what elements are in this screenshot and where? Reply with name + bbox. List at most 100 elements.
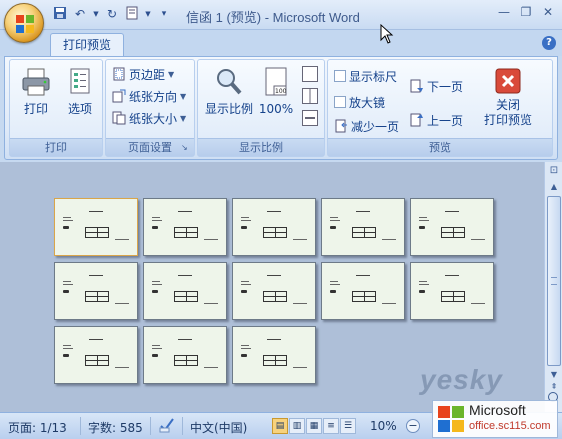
previous-page-label: 上一页 — [427, 113, 464, 128]
zoom-out-icon[interactable]: − — [406, 419, 420, 433]
size-button[interactable]: 纸张大小 ▼ — [112, 108, 186, 128]
orientation-label: 纸张方向 — [129, 89, 178, 104]
margins-dropdown-icon: ▼ — [168, 69, 175, 79]
vertical-scrollbar[interactable]: ⊡ ▲ ▼ ⇞ — [544, 162, 562, 412]
page-width-icon[interactable] — [302, 110, 318, 126]
page-content-mark — [330, 217, 338, 218]
page-content-mark — [419, 226, 425, 229]
page-thumbnail[interactable] — [143, 198, 227, 256]
scroll-thumb[interactable] — [547, 196, 561, 366]
page-content-mark — [382, 239, 396, 240]
page-content-mark — [63, 281, 71, 282]
options-button[interactable]: 选项 — [58, 66, 102, 122]
title-bar: ↶ ▼ ↻ ▼ ▾ 信函 1 (预览) - Microsoft Word — ❐… — [0, 0, 562, 43]
shrink-one-page-button[interactable]: 减少一页 — [334, 116, 399, 136]
page-thumbnail[interactable] — [54, 198, 138, 256]
close-preview-label-line2: 打印预览 — [483, 113, 532, 127]
word-count-status[interactable]: 字数: 585 — [88, 419, 143, 436]
page-100-icon: 100 — [265, 67, 287, 96]
microsoft-watermark-text: Microsoft — [469, 402, 526, 418]
close-preview-icon — [495, 68, 521, 94]
page-content-mark — [152, 226, 158, 229]
page-content-mark — [152, 348, 162, 349]
page-content-mark — [330, 284, 340, 285]
page-thumbnail[interactable] — [232, 326, 316, 384]
previous-page-scroll-icon[interactable]: ⇞ — [547, 382, 561, 392]
full-screen-reading-view-icon[interactable]: ▥ — [289, 418, 305, 434]
page-content-mark — [115, 303, 129, 304]
print-button[interactable]: 打印 — [14, 66, 58, 122]
page-count-status[interactable]: 页面: 1/13 — [8, 419, 67, 436]
page-thumbnail[interactable] — [143, 262, 227, 320]
page-thumbnail[interactable] — [232, 198, 316, 256]
page-setup-group: 页边距 ▼ 纸张方向 ▼ 纸张大小 ▼ 页面设置 ↘ — [105, 59, 195, 157]
ruler-toggle-icon[interactable]: ⊡ — [547, 164, 561, 178]
page-content-mark — [178, 275, 192, 276]
one-page-icon[interactable] — [302, 66, 318, 82]
redo-icon[interactable]: ↻ — [104, 6, 120, 22]
page-thumbnail[interactable] — [410, 198, 494, 256]
web-layout-view-icon[interactable]: ▦ — [306, 418, 322, 434]
page-content-mark — [63, 226, 69, 229]
draft-view-icon[interactable]: ☰ — [340, 418, 356, 434]
next-page-button[interactable]: 下一页 — [410, 76, 463, 96]
help-icon[interactable]: ? — [542, 36, 556, 50]
zoom-level[interactable]: 10% — [370, 419, 397, 433]
page-content-mark — [178, 339, 192, 340]
page-thumbnail[interactable] — [321, 198, 405, 256]
magnifier-check-icon[interactable] — [334, 96, 346, 108]
proofing-icon[interactable] — [158, 416, 176, 437]
page-content-mark — [330, 226, 336, 229]
page-content-mark — [63, 354, 69, 357]
print-group: 打印 选项 打印 — [9, 59, 103, 157]
margins-button[interactable]: 页边距 ▼ — [112, 64, 174, 84]
print-preview-quick-icon[interactable] — [124, 6, 140, 22]
tab-print-preview[interactable]: 打印预览 — [50, 33, 124, 57]
page-content-mark — [356, 275, 370, 276]
orientation-dropdown-icon: ▼ — [180, 91, 187, 101]
undo-icon[interactable]: ↶ — [72, 6, 88, 22]
show-ruler-check-icon[interactable] — [334, 70, 346, 82]
outline-view-icon[interactable]: ≡ — [323, 418, 339, 434]
page-content-mark — [419, 284, 429, 285]
scroll-down-icon[interactable]: ▼ — [547, 368, 561, 382]
page-content-mark — [152, 217, 160, 218]
page-content-mark — [241, 217, 249, 218]
page-content-mark — [241, 354, 247, 357]
page-thumbnail[interactable] — [321, 262, 405, 320]
show-ruler-checkbox[interactable]: 显示标尺 — [334, 66, 397, 86]
close-icon[interactable]: ✕ — [538, 3, 558, 21]
qat-dropdown-icon[interactable]: ▼ — [144, 6, 152, 22]
page-content-mark — [267, 275, 281, 276]
page-content-mark — [152, 345, 160, 346]
minimize-icon[interactable]: — — [494, 3, 514, 21]
page-content-mark — [63, 345, 71, 346]
two-pages-icon[interactable] — [302, 88, 318, 104]
page-setup-launcher-icon[interactable]: ↘ — [181, 143, 191, 153]
customize-qat-icon[interactable]: ▾ — [156, 6, 172, 22]
page-thumbnail[interactable] — [410, 262, 494, 320]
page-thumbnail[interactable] — [54, 326, 138, 384]
ribbon-tab-row: 打印预览 ? — [0, 30, 562, 57]
close-preview-button[interactable]: 关闭 打印预览 — [478, 68, 538, 127]
orientation-button[interactable]: 纸张方向 ▼ — [112, 86, 186, 106]
page-content-mark — [267, 211, 281, 212]
maximize-icon[interactable]: ❐ — [516, 3, 536, 21]
language-status[interactable]: 中文(中国) — [190, 419, 247, 436]
page-thumbnail[interactable] — [54, 262, 138, 320]
office-button[interactable] — [4, 3, 44, 43]
previous-page-button[interactable]: 上一页 — [410, 110, 463, 130]
page-content-mark — [293, 367, 307, 368]
preview-group: 显示标尺 放大镜 减少一页 下一页 上一页 关闭 打印预览 预览 — [327, 59, 553, 157]
windows-flag-icon — [438, 406, 464, 432]
zoom-button[interactable]: 显示比例 — [204, 66, 254, 122]
page-thumbnail[interactable] — [232, 262, 316, 320]
save-icon[interactable] — [52, 6, 68, 22]
magnifier-checkbox[interactable]: 放大镜 — [334, 92, 385, 112]
page-thumbnail[interactable] — [143, 326, 227, 384]
page-content-mark — [241, 220, 251, 221]
print-layout-view-icon[interactable]: ▤ — [272, 418, 288, 434]
zoom-100-button[interactable]: 100 100% — [258, 66, 294, 122]
scroll-up-icon[interactable]: ▲ — [547, 180, 561, 194]
undo-dropdown-icon[interactable]: ▼ — [92, 6, 100, 22]
